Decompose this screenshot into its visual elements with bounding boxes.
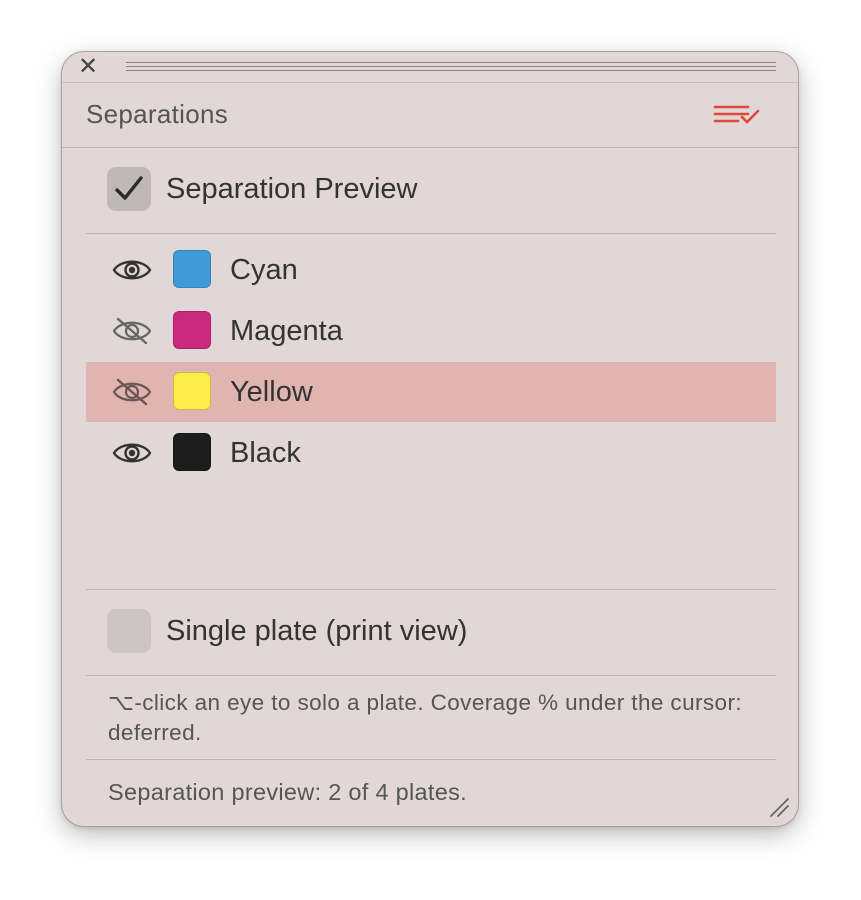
hint-text: ⌥-click an eye to solo a plate. Coverage… <box>108 690 742 745</box>
separation-preview-row: Separation Preview <box>86 148 776 234</box>
swatch-cyan <box>173 250 211 288</box>
eye-icon[interactable] <box>112 255 152 285</box>
status-text: Separation preview: 2 of 4 plates. <box>108 779 467 805</box>
separation-preview-label: Separation Preview <box>166 173 418 205</box>
eye-slash-icon[interactable] <box>112 316 152 346</box>
single-plate-label: Single plate (print view) <box>166 615 468 647</box>
title-bar[interactable]: ✕ <box>62 52 798 82</box>
swatch-magenta <box>173 311 211 349</box>
list-check-icon <box>713 105 760 124</box>
plate-list: Cyan Magenta Yellow Black <box>86 234 776 590</box>
divider <box>86 759 776 760</box>
drag-grip[interactable] <box>126 59 776 73</box>
eye-icon[interactable] <box>112 438 152 468</box>
swatch-yellow <box>173 372 211 410</box>
panel-header: Separations <box>62 82 798 148</box>
plate-name: Cyan <box>230 254 298 286</box>
eye-slash-icon[interactable] <box>112 377 152 407</box>
separation-preview-checkbox[interactable] <box>107 167 151 211</box>
plate-row-cyan[interactable]: Cyan <box>86 240 776 300</box>
panel-menu-button[interactable] <box>712 101 762 129</box>
checkmark-icon <box>115 176 143 200</box>
single-plate-checkbox[interactable] <box>107 609 151 653</box>
close-button[interactable]: ✕ <box>78 55 98 79</box>
swatch-black <box>173 433 211 471</box>
resize-handle-icon[interactable] <box>768 796 790 818</box>
panel-title: Separations <box>86 99 229 129</box>
plate-row-magenta[interactable]: Magenta <box>86 301 776 361</box>
plate-row-yellow[interactable]: Yellow <box>86 362 776 422</box>
plate-name: Yellow <box>230 376 313 408</box>
plate-row-black[interactable]: Black <box>86 423 776 483</box>
single-plate-row: Single plate (print view) <box>86 590 776 676</box>
plate-name: Magenta <box>230 315 343 347</box>
separations-panel: ✕ Separations Separation Preview Cyan Ma… <box>62 52 798 826</box>
plate-name: Black <box>230 437 301 469</box>
